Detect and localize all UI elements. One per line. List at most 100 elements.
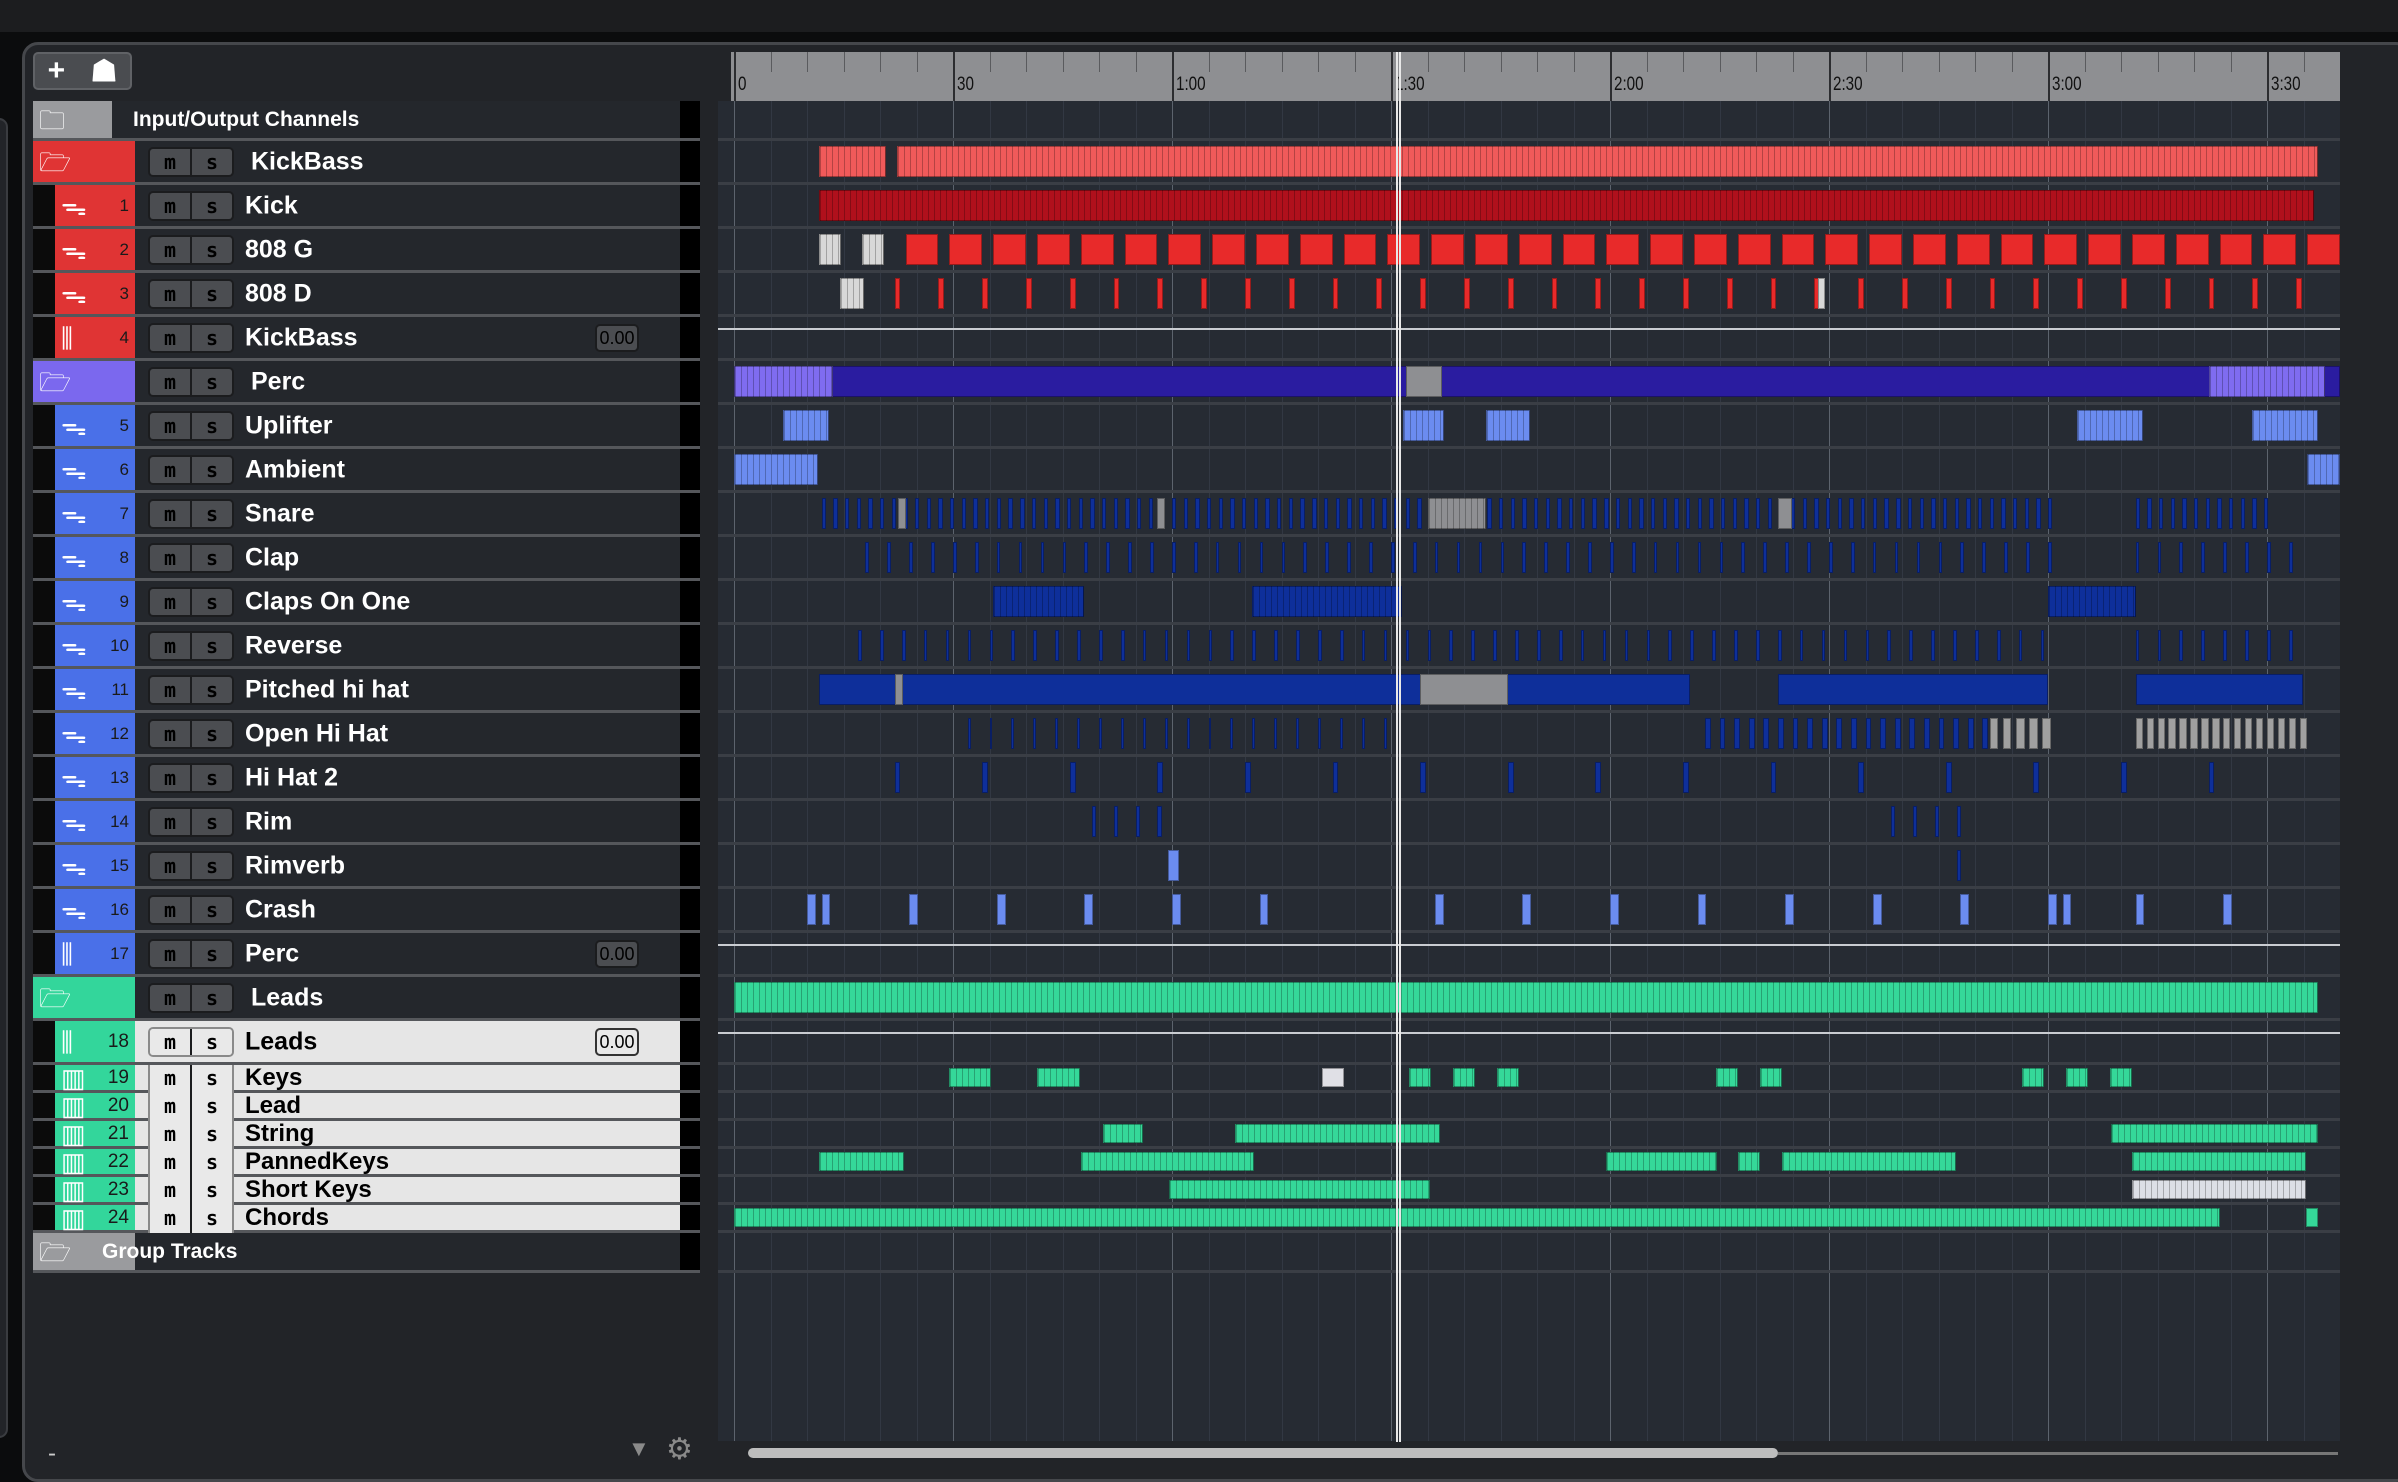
event-clip[interactable] [2135, 894, 2145, 925]
event-clip[interactable] [931, 542, 935, 573]
event-clip[interactable] [1829, 542, 1833, 573]
solo-button[interactable]: s [190, 985, 232, 1011]
event-clip[interactable] [1150, 542, 1154, 573]
event-clip[interactable] [1237, 542, 1242, 573]
event-clip[interactable] [1055, 630, 1059, 661]
event-clip[interactable] [1639, 278, 1646, 309]
event-clip[interactable] [938, 498, 943, 529]
event-clip[interactable] [1989, 278, 1996, 309]
event-clip[interactable] [1802, 498, 1808, 529]
event-clip[interactable] [2131, 234, 2165, 265]
solo-button[interactable]: s [190, 149, 232, 175]
event-clip[interactable] [1339, 718, 1343, 749]
horizontal-scrollbar[interactable] [748, 1448, 1778, 1458]
event-clip[interactable] [1674, 498, 1679, 529]
event-clip[interactable] [1777, 674, 2048, 705]
event-clip[interactable] [1102, 1124, 1143, 1143]
event-clip[interactable] [2229, 498, 2234, 529]
event-clip[interactable] [1434, 894, 1444, 925]
mute-button[interactable]: m [150, 985, 190, 1011]
event-clip[interactable] [1767, 498, 1773, 529]
event-clip[interactable] [1277, 498, 1282, 529]
event-clip[interactable] [844, 498, 850, 529]
solo-button[interactable]: s [190, 1093, 232, 1121]
event-clip[interactable] [2157, 718, 2165, 749]
event-clip[interactable] [1605, 1152, 1718, 1171]
event-clip[interactable] [967, 630, 972, 661]
track-name[interactable]: Clap [245, 543, 299, 572]
event-clip[interactable] [1837, 498, 1843, 529]
event-clip[interactable] [1894, 718, 1901, 749]
folder-color-strip[interactable]: 🗁 [33, 141, 135, 182]
event-clip[interactable] [894, 674, 904, 705]
solo-button[interactable]: s [190, 1029, 232, 1055]
event-clip[interactable] [1650, 234, 1683, 265]
event-clip[interactable] [2131, 1180, 2307, 1199]
event-clip[interactable] [1732, 498, 1737, 529]
event-clip[interactable] [2170, 498, 2175, 529]
event-clip[interactable] [2164, 278, 2171, 309]
track-name[interactable]: Uplifter [245, 411, 333, 440]
track-name[interactable]: String [245, 1120, 314, 1148]
event-clip[interactable] [2012, 498, 2018, 529]
event-clip[interactable] [1627, 498, 1632, 529]
event-clip[interactable] [1989, 498, 1994, 529]
event-clip[interactable] [1120, 718, 1124, 749]
track-name[interactable]: Keys [245, 1064, 302, 1092]
track-name[interactable]: KickBass [245, 323, 358, 352]
event-clip[interactable] [1303, 542, 1308, 573]
event-clip[interactable] [1148, 498, 1153, 529]
event-clip[interactable] [1405, 498, 1410, 529]
event-clip[interactable] [1164, 718, 1168, 749]
event-clip[interactable] [1172, 498, 1177, 529]
event-clip[interactable] [2277, 718, 2286, 749]
event-clip[interactable] [1080, 234, 1114, 265]
track-lane[interactable] [718, 493, 2340, 537]
event-clip[interactable] [2135, 718, 2143, 749]
folder-icon[interactable]: 🗀 [39, 107, 65, 133]
solo-button[interactable]: s [190, 809, 232, 835]
event-clip[interactable] [2022, 1068, 2045, 1087]
event-clip[interactable] [1169, 1180, 1431, 1199]
mute-button[interactable]: m [150, 501, 190, 527]
event-clip[interactable] [2024, 498, 2029, 529]
mute-button[interactable]: m [150, 941, 190, 967]
mute-button[interactable]: m [150, 765, 190, 791]
event-clip[interactable] [1799, 630, 1804, 661]
event-clip[interactable] [1417, 498, 1422, 529]
event-clip[interactable] [2026, 542, 2030, 573]
event-clip[interactable] [1977, 498, 1983, 529]
solo-button[interactable]: s [190, 1121, 232, 1149]
track-row-io[interactable]: 🗀 Input/Output Channels [33, 101, 700, 141]
event-clip[interactable] [1522, 542, 1527, 573]
event-clip[interactable] [1168, 234, 1202, 265]
solo-button[interactable]: s [190, 941, 232, 967]
event-clip[interactable] [1715, 1068, 1738, 1087]
solo-button[interactable]: s [190, 589, 232, 615]
event-clip[interactable] [1668, 630, 1673, 661]
event-clip[interactable] [1288, 278, 1295, 309]
event-clip[interactable] [1120, 630, 1125, 661]
track-row-group[interactable]: ⫼ 18 m s Leads 0.00 [33, 1021, 700, 1065]
volume-value-field[interactable]: 0.00 [595, 323, 639, 352]
event-clip[interactable] [1142, 718, 1146, 749]
event-clip[interactable] [985, 498, 990, 529]
event-clip[interactable] [1208, 718, 1212, 749]
event-clip[interactable] [2135, 498, 2140, 529]
event-clip[interactable] [1956, 850, 1962, 881]
event-clip[interactable] [1934, 806, 1940, 837]
event-clip[interactable] [996, 542, 1001, 573]
event-clip[interactable] [1872, 894, 1882, 925]
event-clip[interactable] [2219, 234, 2253, 265]
track-row-audio[interactable]: ᯓ 2 m s 808 G [33, 229, 700, 273]
event-clip[interactable] [1580, 498, 1586, 529]
event-clip[interactable] [2205, 498, 2211, 529]
event-clip[interactable] [1296, 718, 1299, 749]
event-clip[interactable] [2223, 542, 2227, 573]
track-name[interactable]: Chords [245, 1204, 329, 1232]
event-clip[interactable] [2299, 718, 2308, 749]
event-clip[interactable] [782, 410, 829, 441]
event-clip[interactable] [1624, 630, 1629, 661]
event-clip[interactable] [982, 278, 989, 309]
event-clip[interactable] [1726, 278, 1733, 309]
